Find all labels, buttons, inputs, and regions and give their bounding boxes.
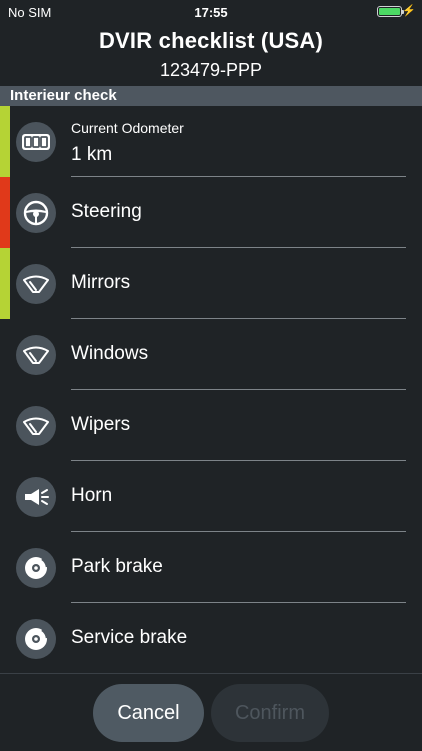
status-indicator-ok [0, 248, 10, 319]
service-brake-label: Service brake [71, 627, 188, 648]
list-item-steering[interactable]: Steering [0, 177, 422, 248]
page-header: DVIR checklist (USA) 123479-PPP [0, 24, 422, 84]
steering-label: Steering [71, 201, 142, 222]
wiper-icon [16, 406, 56, 446]
status-indicator-defect [0, 177, 10, 248]
list-item-service-brake[interactable]: Service brake [0, 603, 422, 674]
section-header: Interieur check [0, 86, 422, 106]
list-item-wipers[interactable]: Wipers [0, 390, 422, 461]
odometer-label: Current Odometer [71, 120, 184, 136]
clock: 17:55 [194, 5, 228, 20]
battery-icon [377, 6, 404, 17]
wiper-icon [16, 264, 56, 304]
brake-disc-icon [16, 548, 56, 588]
list-item-horn[interactable]: Horn [0, 461, 422, 532]
wiper-icon [16, 335, 56, 375]
list-item-odometer[interactable]: Current Odometer 1 km [0, 106, 422, 177]
horn-icon [16, 477, 56, 517]
checklist: Current Odometer 1 km Steering Mirrors W… [0, 106, 422, 674]
status-bar: No SIM 17:55 ⚡ [0, 0, 422, 24]
charging-icon: ⚡ [402, 5, 416, 17]
wipers-label: Wipers [71, 414, 131, 435]
park-brake-label: Park brake [71, 556, 163, 577]
footer-bar: Cancel Confirm [0, 673, 422, 751]
page-title: DVIR checklist (USA) [98, 28, 324, 53]
horn-label: Horn [71, 485, 113, 506]
status-indicator-ok [0, 106, 10, 177]
list-item-park-brake[interactable]: Park brake [0, 532, 422, 603]
list-item-mirrors[interactable]: Mirrors [0, 248, 422, 319]
steering-wheel-icon [16, 193, 56, 233]
cancel-button[interactable]: Cancel [93, 684, 204, 742]
odometer-icon [16, 122, 56, 162]
mirrors-label: Mirrors [71, 272, 131, 293]
windows-label: Windows [71, 343, 149, 364]
odometer-value: 1 km [71, 144, 113, 165]
confirm-button[interactable]: Confirm [211, 684, 329, 742]
list-item-windows[interactable]: Windows [0, 319, 422, 390]
brake-disc-icon [16, 619, 56, 659]
vehicle-plate: 123479-PPP [159, 60, 263, 80]
